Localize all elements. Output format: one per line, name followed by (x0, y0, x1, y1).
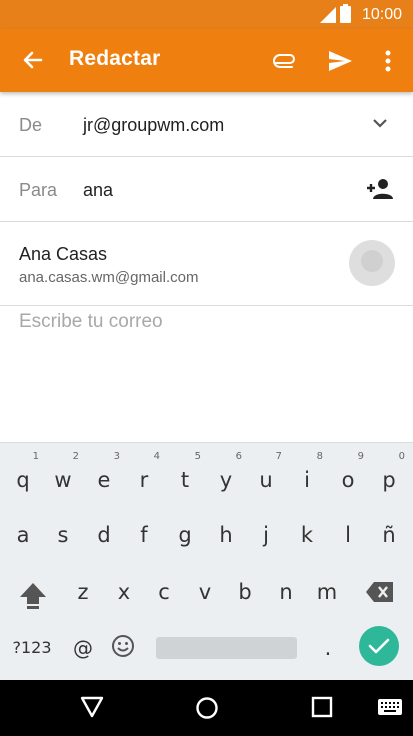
key-y[interactable]: 6y (206, 451, 246, 492)
send-icon[interactable] (326, 47, 354, 75)
contact-suggestion[interactable]: Ana Casas ana.casas.wm@gmail.com (0, 222, 413, 304)
status-time: 10:00 (362, 6, 403, 23)
key-w[interactable]: 2w (43, 451, 83, 492)
suggestion-email: ana.casas.wm@gmail.com (19, 269, 199, 286)
shift-icon[interactable] (18, 580, 48, 610)
key-n-tilde[interactable]: ñ (369, 523, 409, 547)
key-s[interactable]: s (43, 523, 83, 547)
suggestion-name: Ana Casas (19, 244, 108, 264)
key-j[interactable]: j (246, 523, 286, 547)
to-input[interactable]: ana (83, 180, 113, 201)
key-n[interactable]: n (266, 580, 306, 604)
key-p[interactable]: 0p (369, 451, 409, 492)
attach-icon[interactable] (272, 48, 298, 74)
from-label: De (19, 115, 43, 135)
to-label: Para (19, 180, 58, 200)
nav-home-icon[interactable] (195, 696, 219, 720)
key-h[interactable]: h (206, 523, 246, 547)
key-b[interactable]: b (225, 580, 265, 604)
signal-icon (320, 7, 336, 23)
key-v[interactable]: v (185, 580, 225, 604)
key-f[interactable]: f (124, 523, 164, 547)
key-i[interactable]: 8i (287, 451, 327, 492)
more-vert-icon[interactable] (377, 47, 399, 75)
add-contact-icon[interactable] (366, 177, 394, 201)
key-c[interactable]: c (144, 580, 184, 604)
divider (0, 305, 413, 306)
from-field[interactable]: De jr@groupwm.com (0, 92, 413, 156)
key-l[interactable]: l (328, 523, 368, 547)
key-z[interactable]: z (63, 580, 103, 604)
backspace-icon[interactable] (365, 581, 395, 603)
check-icon (368, 638, 390, 654)
key-e[interactable]: 3e (84, 451, 124, 492)
key-x[interactable]: x (104, 580, 144, 604)
to-field[interactable]: Para ana (0, 157, 413, 221)
app-bar: Redactar (0, 29, 413, 92)
key-o[interactable]: 9o (328, 451, 368, 492)
key-at[interactable]: @ (63, 636, 103, 660)
compose-body-input[interactable]: Escribe tu correo (19, 311, 163, 333)
key-g[interactable]: g (165, 523, 205, 547)
keyboard-switch-icon[interactable] (377, 698, 403, 716)
key-r[interactable]: 4r (124, 451, 164, 492)
key-d[interactable]: d (84, 523, 124, 547)
key-t[interactable]: 5t (165, 451, 205, 492)
system-nav-bar (0, 680, 413, 736)
key-a[interactable]: a (3, 523, 43, 547)
enter-key[interactable] (359, 626, 399, 666)
page-title: Redactar (69, 47, 161, 70)
key-k[interactable]: k (287, 523, 327, 547)
key-m[interactable]: m (307, 580, 347, 604)
status-bar: 10:00 (0, 0, 413, 29)
keyboard: 1q 2w 3e 4r 5t 6y 7u 8i 9o 0p a s d f g … (0, 442, 413, 680)
battery-icon (340, 4, 351, 23)
space-key[interactable] (156, 637, 297, 659)
key-u[interactable]: 7u (246, 451, 286, 492)
emoji-icon[interactable] (111, 634, 135, 658)
nav-back-icon[interactable] (80, 696, 104, 718)
key-period[interactable]: . (308, 636, 348, 660)
chevron-down-icon[interactable] (370, 116, 390, 130)
back-arrow-icon[interactable] (20, 47, 46, 73)
symbols-key[interactable]: ?123 (12, 638, 52, 657)
nav-recents-icon[interactable] (311, 696, 333, 718)
avatar (349, 240, 395, 286)
key-q[interactable]: 1q (3, 451, 43, 492)
from-value[interactable]: jr@groupwm.com (83, 115, 224, 136)
